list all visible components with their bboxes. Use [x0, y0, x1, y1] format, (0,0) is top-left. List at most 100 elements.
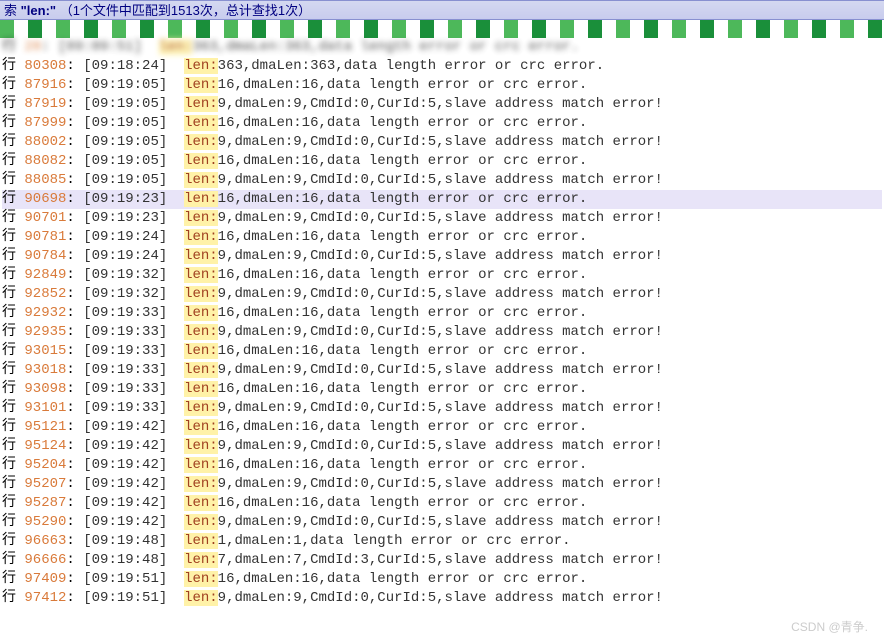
result-row[interactable]: 行 95204: [09:19:42] len:16,dmaLen:16,dat…: [2, 456, 882, 475]
timestamp: [09:19:24]: [83, 229, 184, 245]
result-row[interactable]: 行 96666: [09:19:48] len:7,dmaLen:7,CmdId…: [2, 551, 882, 570]
match-highlight: len:: [184, 96, 218, 112]
result-row[interactable]: 行 90698: [09:19:23] len:16,dmaLen:16,dat…: [2, 190, 882, 209]
match-highlight: len:: [184, 58, 218, 74]
match-highlight: len:: [184, 590, 218, 606]
result-row[interactable]: 行 97412: [09:19:51] len:9,dmaLen:9,CmdId…: [2, 589, 882, 608]
colon: :: [66, 514, 83, 530]
timestamp: [09:19:51]: [83, 571, 184, 587]
timestamp: [09:19:42]: [83, 495, 184, 511]
message: 16,dmaLen:16,data length error or crc er…: [218, 77, 588, 93]
result-row[interactable]: 行 88085: [09:19:05] len:9,dmaLen:9,CmdId…: [2, 171, 882, 190]
colon: :: [66, 495, 83, 511]
result-row[interactable]: 行 95207: [09:19:42] len:9,dmaLen:9,CmdId…: [2, 475, 882, 494]
result-row[interactable]: 行 80308: [09:18:24] len:363,dmaLen:363,d…: [2, 57, 882, 76]
line-label: 行: [2, 77, 24, 93]
colon: :: [66, 96, 83, 112]
line-label: 行: [2, 191, 24, 207]
line-label: 行: [2, 381, 24, 397]
result-row[interactable]: 行 93015: [09:19:33] len:16,dmaLen:16,dat…: [2, 342, 882, 361]
line-number: 97409: [24, 571, 66, 587]
match-highlight: len:: [184, 400, 218, 416]
line-label: 行: [2, 514, 24, 530]
line-label: 行: [2, 495, 24, 511]
result-row[interactable]: 行 96663: [09:19:48] len:1,dmaLen:1,data …: [2, 532, 882, 551]
timestamp: [09:19:51]: [83, 590, 184, 606]
message: 16,dmaLen:16,data length error or crc er…: [218, 571, 588, 587]
code-area[interactable]: 行 28: [09:09:51] len:363,dmaLen:363,data…: [0, 38, 884, 608]
result-row[interactable]: 行 93098: [09:19:33] len:16,dmaLen:16,dat…: [2, 380, 882, 399]
line-label: 行: [2, 438, 24, 454]
line-label: 行: [2, 533, 24, 549]
colon: :: [66, 438, 83, 454]
result-row[interactable]: 行 90784: [09:19:24] len:9,dmaLen:9,CmdId…: [2, 247, 882, 266]
line-number: 80308: [24, 58, 66, 74]
result-row[interactable]: 行 95287: [09:19:42] len:16,dmaLen:16,dat…: [2, 494, 882, 513]
result-row[interactable]: 行 92849: [09:19:32] len:16,dmaLen:16,dat…: [2, 266, 882, 285]
timestamp: [09:19:42]: [83, 457, 184, 473]
line-number: 92849: [24, 267, 66, 283]
timestamp: [09:19:23]: [83, 191, 184, 207]
line-number: 88002: [24, 134, 66, 150]
line-label: 行: [2, 400, 24, 416]
match-highlight: len:: [184, 495, 218, 511]
result-row[interactable]: 行 88002: [09:19:05] len:9,dmaLen:9,CmdId…: [2, 133, 882, 152]
result-row[interactable]: 行 97409: [09:19:51] len:16,dmaLen:16,dat…: [2, 570, 882, 589]
line-number: 88082: [24, 153, 66, 169]
message: 9,dmaLen:9,CmdId:0,CurId:5,slave address…: [218, 248, 663, 264]
line-number: 90784: [24, 248, 66, 264]
result-row[interactable]: 行 95121: [09:19:42] len:16,dmaLen:16,dat…: [2, 418, 882, 437]
result-row[interactable]: 行 92932: [09:19:33] len:16,dmaLen:16,dat…: [2, 304, 882, 323]
match-highlight: len:: [184, 343, 218, 359]
message: 16,dmaLen:16,data length error or crc er…: [218, 343, 588, 359]
line-number: 95121: [24, 419, 66, 435]
line-label: 行: [2, 324, 24, 340]
message: 9,dmaLen:9,CmdId:0,CurId:5,slave address…: [218, 476, 663, 492]
message: 16,dmaLen:16,data length error or crc er…: [218, 153, 588, 169]
message: 16,dmaLen:16,data length error or crc er…: [218, 381, 588, 397]
colon: :: [66, 324, 83, 340]
result-row[interactable]: 行 90701: [09:19:23] len:9,dmaLen:9,CmdId…: [2, 209, 882, 228]
message: 9,dmaLen:9,CmdId:0,CurId:5,slave address…: [218, 590, 663, 606]
line-label: 行: [2, 552, 24, 568]
result-row[interactable]: 行 95290: [09:19:42] len:9,dmaLen:9,CmdId…: [2, 513, 882, 532]
colon: :: [66, 343, 83, 359]
result-row[interactable]: 行 95124: [09:19:42] len:9,dmaLen:9,CmdId…: [2, 437, 882, 456]
colon: :: [66, 457, 83, 473]
line-number: 93098: [24, 381, 66, 397]
result-row[interactable]: 行 92852: [09:19:32] len:9,dmaLen:9,CmdId…: [2, 285, 882, 304]
match-highlight: len:: [184, 172, 218, 188]
match-highlight: len:: [184, 514, 218, 530]
result-row[interactable]: 行 92935: [09:19:33] len:9,dmaLen:9,CmdId…: [2, 323, 882, 342]
line-number: 93015: [24, 343, 66, 359]
line-number: 95204: [24, 457, 66, 473]
result-row[interactable]: 行 87919: [09:19:05] len:9,dmaLen:9,CmdId…: [2, 95, 882, 114]
line-label: 行: [2, 210, 24, 226]
timestamp: [09:19:42]: [83, 514, 184, 530]
line-label: 行: [2, 362, 24, 378]
match-highlight: len:: [184, 191, 218, 207]
match-highlight: len:: [184, 381, 218, 397]
result-row[interactable]: 行 93018: [09:19:33] len:9,dmaLen:9,CmdId…: [2, 361, 882, 380]
line-label: 行: [2, 286, 24, 302]
line-label: 行: [2, 590, 24, 606]
line-label: 行: [2, 476, 24, 492]
line-number: 88085: [24, 172, 66, 188]
message: 9,dmaLen:9,CmdId:0,CurId:5,slave address…: [218, 286, 663, 302]
message: 9,dmaLen:9,CmdId:0,CurId:5,slave address…: [218, 172, 663, 188]
result-row[interactable]: 行 88082: [09:19:05] len:16,dmaLen:16,dat…: [2, 152, 882, 171]
result-row[interactable]: 行 87916: [09:19:05] len:16,dmaLen:16,dat…: [2, 76, 882, 95]
timestamp: [09:19:33]: [83, 400, 184, 416]
result-row[interactable]: 行 90781: [09:19:24] len:16,dmaLen:16,dat…: [2, 228, 882, 247]
line-number: 95124: [24, 438, 66, 454]
timestamp: [09:19:42]: [83, 476, 184, 492]
match-highlight: len:: [184, 533, 218, 549]
timestamp: [09:19:42]: [83, 438, 184, 454]
line-number: 95290: [24, 514, 66, 530]
result-row[interactable]: 行 87999: [09:19:05] len:16,dmaLen:16,dat…: [2, 114, 882, 133]
message: 9,dmaLen:9,CmdId:0,CurId:5,slave address…: [218, 134, 663, 150]
line-number: 93018: [24, 362, 66, 378]
message: 363,dmaLen:363,data length error or crc …: [192, 39, 578, 55]
result-row[interactable]: 行 93101: [09:19:33] len:9,dmaLen:9,CmdId…: [2, 399, 882, 418]
result-row[interactable]: 行 28: [09:09:51] len:363,dmaLen:363,data…: [2, 38, 882, 57]
